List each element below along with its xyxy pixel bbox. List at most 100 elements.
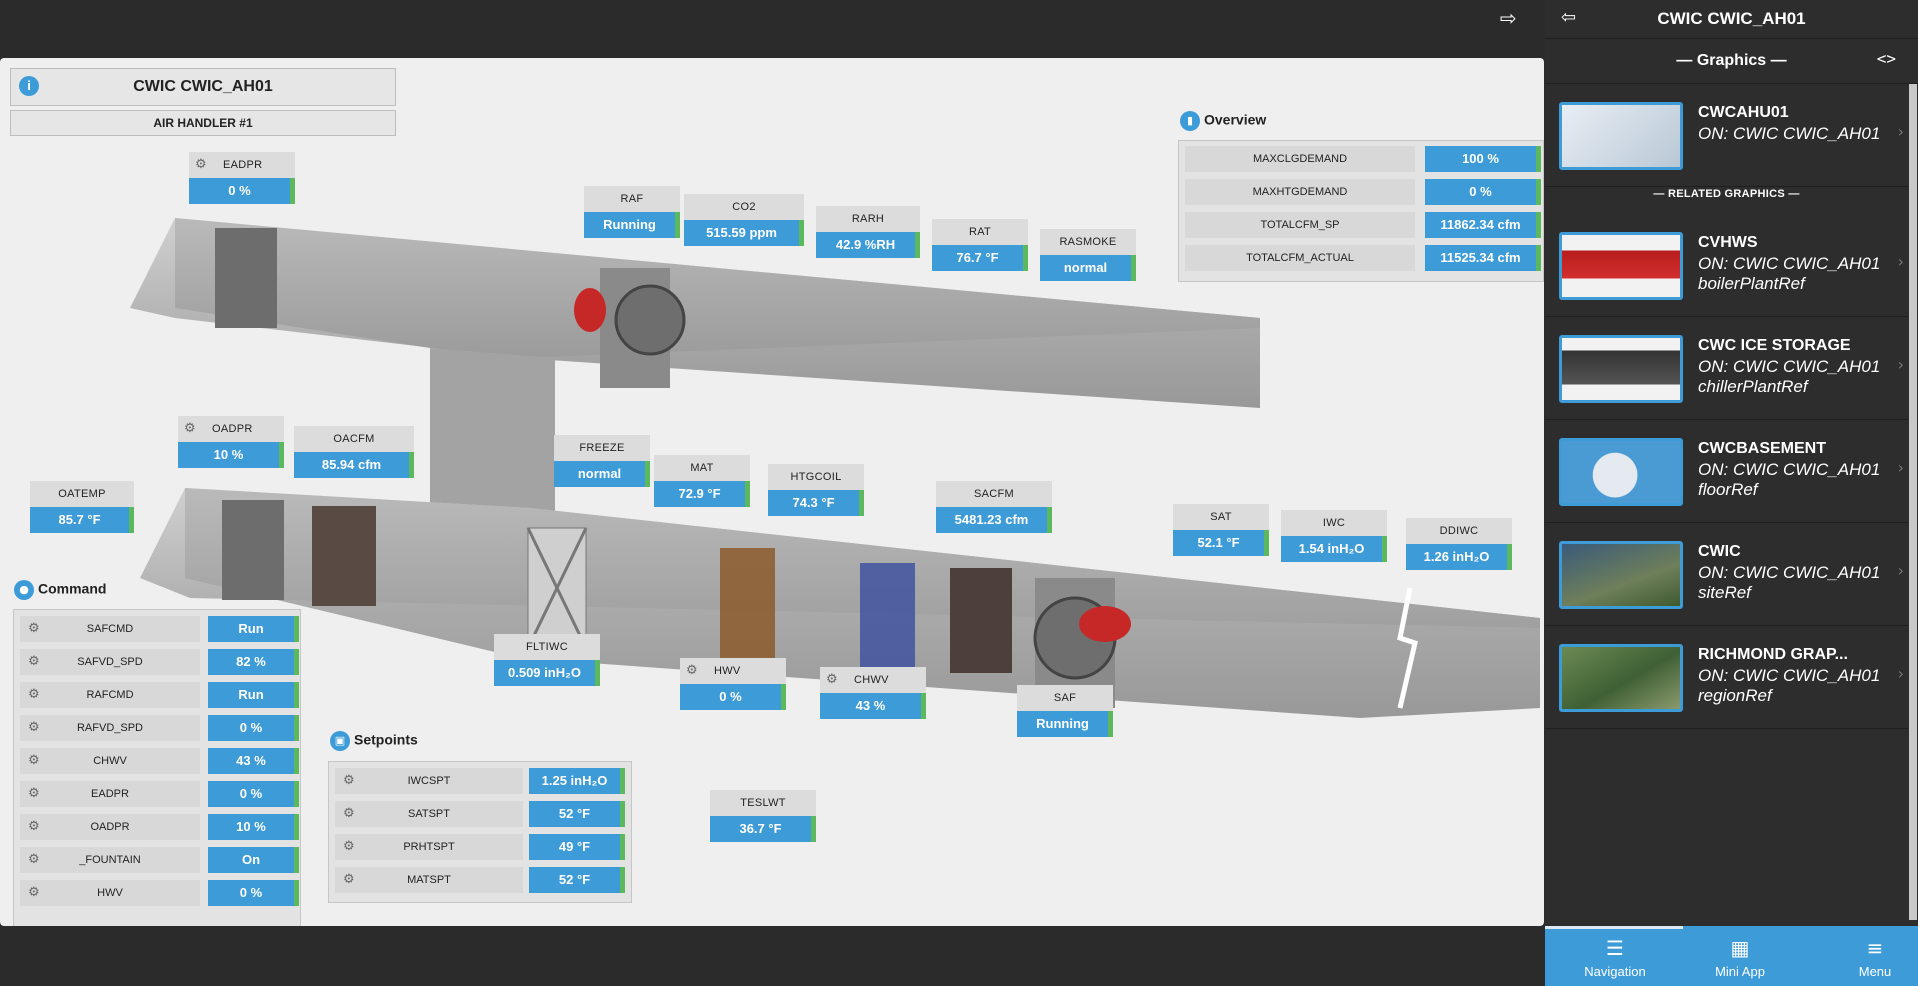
overview-row[interactable]: TOTALCFM_ACTUAL 11525.34 cfm: [1185, 245, 1541, 271]
gear-icon[interactable]: ⚙: [28, 781, 40, 807]
location-icon: ●: [14, 580, 34, 600]
point-oadpr[interactable]: ⚙ OADPR 10 %: [178, 416, 284, 468]
gear-icon[interactable]: ⚙: [28, 682, 40, 708]
related-graphic-card[interactable]: CWC ICE STORAGE ON: CWIC CWIC_AH01 chill…: [1545, 317, 1908, 420]
command-row[interactable]: ⚙ _FOUNTAIN On: [20, 847, 299, 873]
point-value: 0.509 inH₂O: [494, 660, 600, 686]
command-row[interactable]: ⚙ CHWV 43 %: [20, 748, 299, 774]
navigation-sidebar: ⇦ CWIC CWIC_AH01 — Graphics — <> CWCAHU0…: [1545, 0, 1918, 986]
setpoint-row[interactable]: ⚙ PRHTSPT 49 °F: [335, 834, 625, 860]
graphic-canvas: i CWIC CWIC_AH01 AIR HANDLER #1 ⚙ EADPR …: [0, 58, 1544, 926]
point-ddiwc[interactable]: DDIWC 1.26 inH₂O: [1406, 518, 1512, 570]
graphic-card-current[interactable]: CWCAHU01 ON: CWIC CWIC_AH01 ›: [1545, 84, 1908, 187]
point-label: OADPR: [212, 423, 253, 435]
related-graphic-card[interactable]: CWIC ON: CWIC CWIC_AH01 siteRef ›: [1545, 523, 1908, 626]
code-toggle-icon[interactable]: <>: [1877, 49, 1896, 68]
nav-mini-app-button[interactable]: ▦ Mini App: [1705, 936, 1775, 979]
nav-navigation-button[interactable]: ☰ Navigation: [1573, 936, 1657, 979]
cooling-coil: [860, 563, 915, 673]
sidebar-title: CWIC CWIC_AH01: [1657, 9, 1806, 28]
point-value: 0 %: [680, 684, 786, 710]
gear-icon[interactable]: ⚙: [28, 880, 40, 906]
nav-menu-button[interactable]: ≡ Menu: [1850, 936, 1900, 979]
chevron-right-icon: ›: [1897, 122, 1904, 141]
command-row[interactable]: ⚙ EADPR 0 %: [20, 781, 299, 807]
overview-row[interactable]: MAXHTGDEMAND 0 %: [1185, 179, 1541, 205]
point-rarh[interactable]: RARH 42.9 %RH: [816, 206, 920, 258]
point-value: 36.7 °F: [710, 816, 816, 842]
chevron-right-icon: ›: [1897, 458, 1904, 477]
final-filter: [950, 568, 1012, 673]
sidebar-scrollbar[interactable]: [1908, 84, 1918, 920]
command-row[interactable]: ⚙ OADPR 10 %: [20, 814, 299, 840]
gear-icon[interactable]: ⚙: [343, 768, 355, 794]
point-teslwt[interactable]: TESLWT 36.7 °F: [710, 790, 816, 842]
point-saf[interactable]: SAF Running: [1017, 685, 1113, 737]
monitor-icon: ▣: [330, 731, 350, 751]
point-oacfm[interactable]: OACFM 85.94 cfm: [294, 426, 414, 478]
point-fltiwc[interactable]: FLTIWC 0.509 inH₂O: [494, 634, 600, 686]
command-row[interactable]: ⚙ HWV 0 %: [20, 880, 299, 906]
point-label: HWV: [714, 665, 741, 677]
point-value: 10 %: [178, 442, 284, 468]
point-htgcoil[interactable]: HTGCOIL 74.3 °F: [768, 464, 864, 516]
point-label: IWC: [1281, 510, 1387, 536]
point-hwv[interactable]: ⚙ HWV 0 %: [680, 658, 786, 710]
command-row[interactable]: ⚙ RAFVD_SPD 0 %: [20, 715, 299, 741]
point-rat[interactable]: RAT 76.7 °F: [932, 219, 1028, 271]
thumbnail-image: [1559, 644, 1683, 712]
related-graphic-card[interactable]: RICHMOND GRAP... ON: CWIC CWIC_AH01 regi…: [1545, 626, 1908, 729]
gear-icon[interactable]: ⚙: [28, 814, 40, 840]
point-raf[interactable]: RAF Running: [584, 186, 680, 238]
exit-fullscreen-icon[interactable]: ⇨: [1500, 6, 1517, 30]
command-row[interactable]: ⚙ SAFVD_SPD 82 %: [20, 649, 299, 675]
thumbnail-image: [1559, 102, 1683, 170]
gear-icon[interactable]: ⚙: [343, 867, 355, 893]
point-value: 76.7 °F: [932, 245, 1028, 271]
gear-icon[interactable]: ⚙: [184, 416, 196, 442]
setpoint-row[interactable]: ⚙ MATSPT 52 °F: [335, 867, 625, 893]
point-value: 85.7 °F: [30, 507, 134, 533]
point-label: SAT: [1173, 504, 1269, 530]
point-freeze[interactable]: FREEZE normal: [554, 435, 650, 487]
point-label: MAT: [654, 455, 750, 481]
point-oatemp[interactable]: OATEMP 85.7 °F: [30, 481, 134, 533]
point-label: CO2: [684, 194, 804, 220]
chevron-right-icon: ›: [1897, 561, 1904, 580]
gear-icon[interactable]: ⚙: [343, 834, 355, 860]
point-sacfm[interactable]: SACFM 5481.23 cfm: [936, 481, 1052, 533]
gear-icon[interactable]: ⚙: [343, 801, 355, 827]
command-row[interactable]: ⚙ RAFCMD Run: [20, 682, 299, 708]
command-row[interactable]: ⚙ SAFCMD Run: [20, 616, 299, 642]
point-co2[interactable]: CO2 515.59 ppm: [684, 194, 804, 246]
active-tab-indicator: [1545, 926, 1683, 929]
setpoint-row[interactable]: ⚙ SATSPT 52 °F: [335, 801, 625, 827]
point-rasmoke[interactable]: RASMOKE normal: [1040, 229, 1136, 281]
point-sat[interactable]: SAT 52.1 °F: [1173, 504, 1269, 556]
point-label: RAF: [584, 186, 680, 212]
point-chwv[interactable]: ⚙ CHWV 43 %: [820, 667, 926, 719]
gear-icon[interactable]: ⚙: [195, 152, 207, 178]
point-mat[interactable]: MAT 72.9 °F: [654, 455, 750, 507]
point-label: RAT: [932, 219, 1028, 245]
gear-icon[interactable]: ⚙: [28, 847, 40, 873]
gear-icon[interactable]: ⚙: [28, 715, 40, 741]
gear-icon[interactable]: ⚙: [28, 649, 40, 675]
point-eadpr[interactable]: ⚙ EADPR 0 %: [189, 152, 295, 204]
point-value: Running: [1017, 711, 1113, 737]
overview-row[interactable]: TOTALCFM_SP 11862.34 cfm: [1185, 212, 1541, 238]
gear-icon[interactable]: ⚙: [686, 658, 698, 684]
related-graphic-card[interactable]: CWCBASEMENT ON: CWIC CWIC_AH01 floorRef …: [1545, 420, 1908, 523]
point-value: normal: [1040, 255, 1136, 281]
scrollbar-thumb[interactable]: [1909, 84, 1917, 920]
overview-row[interactable]: MAXCLGDEMAND 100 %: [1185, 146, 1541, 172]
gear-icon[interactable]: ⚙: [28, 616, 40, 642]
setpoint-row[interactable]: ⚙ IWCSPT 1.25 inH₂O: [335, 768, 625, 794]
command-panel: ⚙ SAFCMD Run ⚙ SAFVD_SPD 82 % ⚙ RAFCMD Run ⚙ RA…: [13, 609, 301, 926]
gear-icon[interactable]: ⚙: [826, 667, 838, 693]
graphics-title: — Graphics —: [1676, 52, 1787, 69]
point-iwc[interactable]: IWC 1.54 inH₂O: [1281, 510, 1387, 562]
gear-icon[interactable]: ⚙: [28, 748, 40, 774]
point-value: 515.59 ppm: [684, 220, 804, 246]
related-graphic-card[interactable]: CVHWS ON: CWIC CWIC_AH01 boilerPlantRef …: [1545, 214, 1908, 317]
